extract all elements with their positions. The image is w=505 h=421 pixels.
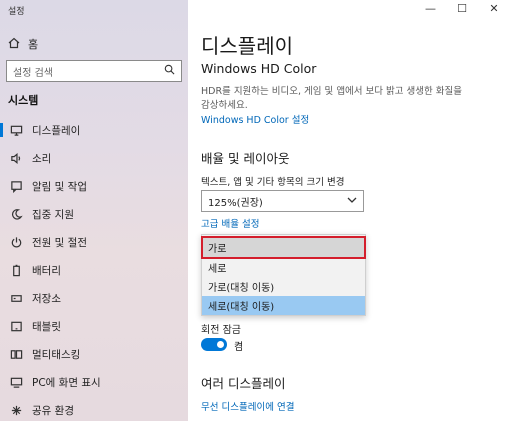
sidebar-item-label: 태블릿 — [32, 320, 61, 333]
sidebar-item-tablet[interactable]: 태블릿 — [0, 315, 188, 337]
scale-value: 125%(권장) — [208, 197, 263, 209]
close-button[interactable]: ✕ — [489, 2, 499, 15]
wireless-display-link[interactable]: 무선 디스플레이에 연결 — [201, 399, 294, 413]
sidebar-item-project-to-pc[interactable]: PC에 화면 표시 — [0, 371, 188, 393]
search-icon — [164, 64, 175, 78]
scale-label: 텍스트, 앱 및 기타 항목의 크기 변경 — [201, 177, 345, 188]
main-content: — ☐ ✕ 디스플레이 Windows HD Color HDR를 지원하는 비… — [188, 0, 505, 421]
home-icon — [8, 37, 20, 52]
orientation-option-landscape-flipped[interactable]: 가로(대칭 이동) — [202, 277, 365, 296]
settings-search-input[interactable]: 설정 검색 — [6, 60, 182, 82]
shared-experience-icon — [9, 403, 23, 417]
advanced-scaling-link[interactable]: 고급 배율 설정 — [201, 216, 259, 230]
sidebar: 설정 홈 설정 검색 시스템 디스플레이 소리 알림 및 작업 집중 지원 전원… — [0, 0, 188, 421]
hd-color-heading: Windows HD Color — [201, 61, 317, 76]
orientation-option-portrait[interactable]: 세로 — [202, 258, 365, 277]
home-nav[interactable]: 홈 — [8, 36, 38, 52]
maximize-button[interactable]: ☐ — [457, 2, 467, 15]
minimize-button[interactable]: — — [425, 2, 436, 15]
moon-icon — [9, 207, 23, 221]
battery-icon — [9, 263, 23, 277]
sidebar-item-storage[interactable]: 저장소 — [0, 287, 188, 309]
hd-color-settings-link[interactable]: Windows HD Color 설정 — [201, 112, 309, 126]
scale-dropdown[interactable]: 125%(권장) — [201, 190, 364, 212]
search-placeholder: 설정 검색 — [13, 67, 53, 79]
sidebar-item-display[interactable]: 디스플레이 — [0, 119, 188, 141]
sidebar-item-multitasking[interactable]: 멀티태스킹 — [0, 343, 188, 365]
orientation-dropdown-list: 가로 세로 가로(대칭 이동) 세로(대칭 이동) — [201, 234, 366, 316]
multi-display-heading: 여러 디스플레이 — [201, 376, 286, 391]
sidebar-section-system: 시스템 — [8, 94, 39, 107]
page-title: 디스플레이 — [201, 34, 293, 58]
sidebar-item-sound[interactable]: 소리 — [0, 147, 188, 169]
toggle-knob — [217, 341, 224, 348]
orientation-option-portrait-flipped[interactable]: 세로(대칭 이동) — [202, 296, 365, 315]
sidebar-item-label: 소리 — [32, 152, 52, 165]
sidebar-item-label: 공유 환경 — [32, 404, 74, 417]
rotation-lock-state: 켬 — [234, 342, 244, 353]
sidebar-item-label: 전원 및 절전 — [32, 236, 87, 249]
storage-icon — [9, 291, 23, 305]
project-icon — [9, 375, 23, 389]
sidebar-item-focus-assist[interactable]: 집중 지원 — [0, 203, 188, 225]
sidebar-item-label: 멀티태스킹 — [32, 348, 81, 361]
rotation-lock-toggle[interactable] — [201, 338, 227, 351]
chevron-down-icon — [347, 196, 357, 207]
sidebar-item-shared-experiences[interactable]: 공유 환경 — [0, 399, 188, 421]
hd-color-description: HDR를 지원하는 비디오, 게임 및 앱에서 보다 밝고 생생한 화질을 감상… — [201, 86, 463, 111]
orientation-option-landscape[interactable]: 가로 — [202, 238, 365, 257]
home-label: 홈 — [28, 38, 39, 51]
monitor-icon — [9, 123, 23, 137]
sidebar-item-battery[interactable]: 배터리 — [0, 259, 188, 281]
window-title: 설정 — [8, 7, 25, 17]
sidebar-item-power-sleep[interactable]: 전원 및 절전 — [0, 231, 188, 253]
scale-layout-heading: 배율 및 레이아웃 — [201, 151, 290, 166]
sidebar-item-notifications[interactable]: 알림 및 작업 — [0, 175, 188, 197]
window-controls: — ☐ ✕ — [425, 2, 499, 15]
sidebar-item-label: PC에 화면 표시 — [32, 376, 101, 389]
sidebar-item-label: 저장소 — [32, 292, 61, 305]
sidebar-item-label: 알림 및 작업 — [32, 180, 87, 193]
tablet-icon — [9, 319, 23, 333]
sidebar-item-label: 집중 지원 — [32, 208, 74, 221]
sidebar-item-label: 디스플레이 — [32, 124, 81, 137]
power-icon — [9, 235, 23, 249]
sidebar-item-label: 배터리 — [32, 264, 61, 277]
multitasking-icon — [9, 347, 23, 361]
rotation-lock-label: 회전 잠금 — [201, 325, 241, 336]
speaker-icon — [9, 151, 23, 165]
notification-icon — [9, 179, 23, 193]
